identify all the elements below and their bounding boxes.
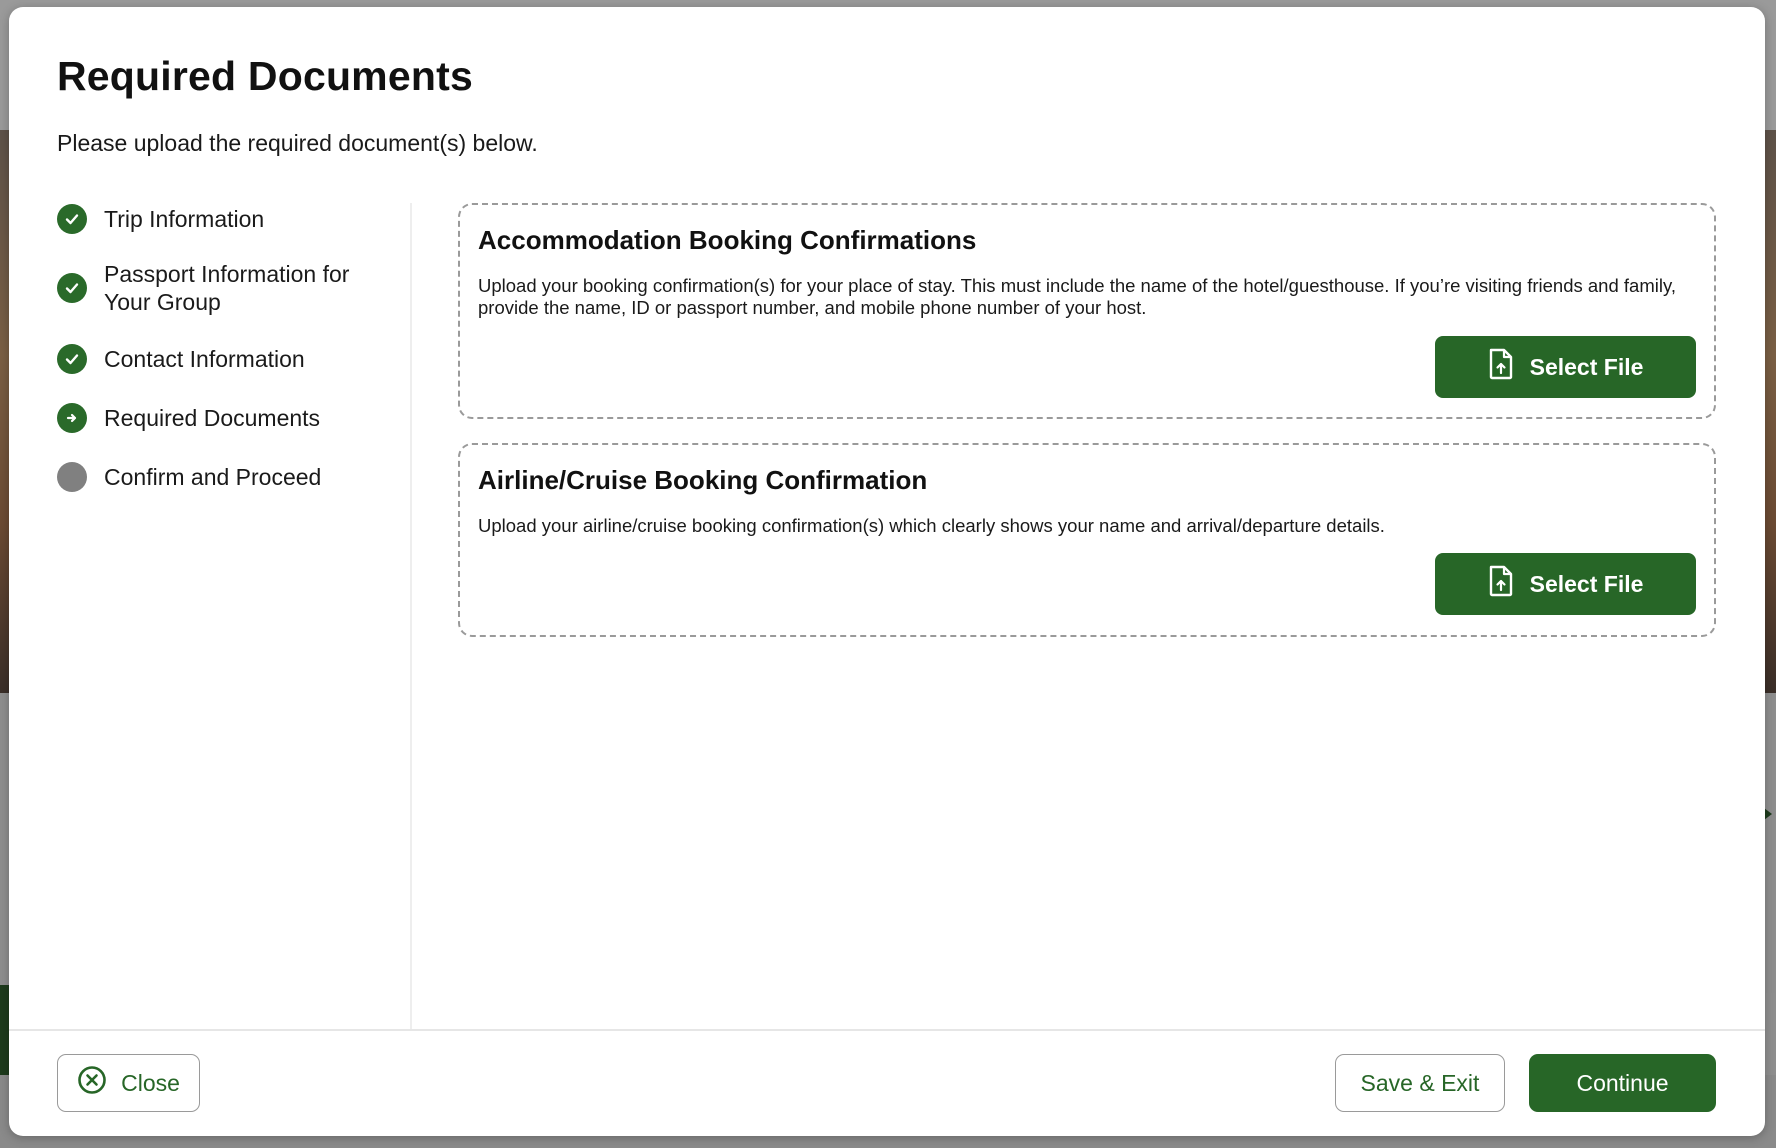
check-circle-icon xyxy=(57,273,87,303)
close-button[interactable]: Close xyxy=(57,1054,200,1112)
save-and-exit-label: Save & Exit xyxy=(1360,1069,1480,1096)
step-trip-information[interactable]: Trip Information xyxy=(57,204,264,234)
continue-button[interactable]: Continue xyxy=(1529,1054,1716,1112)
continue-label: Continue xyxy=(1576,1069,1669,1096)
modal-subtitle: Please upload the required document(s) b… xyxy=(57,130,538,156)
save-and-exit-button[interactable]: Save & Exit xyxy=(1335,1054,1505,1112)
file-upload-icon xyxy=(1488,565,1514,603)
step-label: Trip Information xyxy=(104,206,265,232)
card-description: Upload your airline/cruise booking confi… xyxy=(478,515,1385,536)
step-passport-information[interactable]: Passport Information for Your Group xyxy=(57,260,387,316)
required-documents-modal: Required Documents Please upload the req… xyxy=(9,7,1765,1136)
step-label: Passport Information for Your Group xyxy=(104,261,350,315)
circle-x-icon xyxy=(77,1065,107,1101)
step-confirm-and-proceed[interactable]: Confirm and Proceed xyxy=(57,462,321,492)
document-card-accommodation: Accommodation Booking Confirmations Uplo… xyxy=(458,203,1716,419)
background-carousel-arrow-icon xyxy=(1764,808,1772,820)
select-file-label: Select File xyxy=(1529,570,1644,597)
footer-divider xyxy=(9,1029,1765,1031)
select-file-label: Select File xyxy=(1529,353,1644,380)
card-title: Accommodation Booking Confirmations xyxy=(478,225,977,255)
select-file-button[interactable]: Select File xyxy=(1435,553,1696,615)
check-circle-icon xyxy=(57,344,87,374)
sidebar-divider xyxy=(410,203,412,1030)
grey-dot-icon xyxy=(57,462,87,492)
arrow-right-circle-icon xyxy=(57,403,87,433)
step-contact-information[interactable]: Contact Information xyxy=(57,344,305,374)
check-circle-icon xyxy=(57,204,87,234)
modal-title: Required Documents xyxy=(57,53,473,99)
step-label: Confirm and Proceed xyxy=(104,464,322,490)
select-file-button[interactable]: Select File xyxy=(1435,336,1696,398)
step-label: Required Documents xyxy=(104,405,321,431)
document-card-airline-cruise: Airline/Cruise Booking Confirmation Uplo… xyxy=(458,443,1716,637)
step-label: Contact Information xyxy=(104,346,305,372)
card-title: Airline/Cruise Booking Confirmation xyxy=(478,465,928,495)
file-upload-icon xyxy=(1488,348,1514,386)
step-required-documents[interactable]: Required Documents xyxy=(57,403,320,433)
close-label: Close xyxy=(121,1069,180,1096)
card-description: Upload your booking confirmation(s) for … xyxy=(478,275,1676,318)
